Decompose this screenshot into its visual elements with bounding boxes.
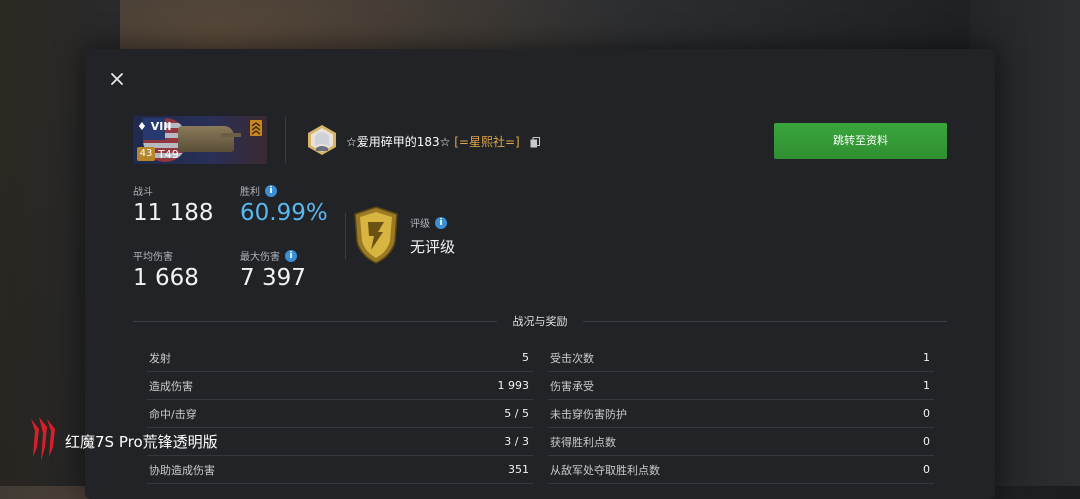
table-row: 从敌军处夺取胜利点数 0 xyxy=(548,456,934,484)
tank-level-badge: 43 xyxy=(137,147,155,161)
row-label: 伤害承受 xyxy=(550,379,594,393)
row-value: 351 xyxy=(508,463,529,476)
stat-max-damage-label-row: 最大伤害 i xyxy=(240,248,306,263)
rank-chevron-icon xyxy=(250,120,262,136)
stat-max-damage: 最大伤害 i 7 397 xyxy=(240,248,306,291)
red-magic-logo-icon xyxy=(31,417,55,461)
player-avatar[interactable] xyxy=(306,124,338,156)
table-row: 未击穿伤害防护 0 xyxy=(548,400,934,428)
player-name-line: ☆爱用碎甲的183☆ [=星熙社=] xyxy=(346,133,540,150)
info-icon[interactable]: i xyxy=(265,184,277,197)
stat-win-rate: 胜利 i 60.99% xyxy=(240,183,328,226)
close-icon[interactable] xyxy=(107,69,127,89)
stat-avg-damage-label: 平均伤害 xyxy=(133,252,173,263)
stats-table-left: 发射 5 造成伤害 1 993 命中/击穿 5 / 5 3 / 3 协助造成伤害… xyxy=(147,344,533,484)
copy-icon[interactable] xyxy=(530,137,540,148)
tank-card: ♦ VIII 43 T49 xyxy=(133,116,267,164)
row-label: 协助造成伤害 xyxy=(149,463,215,477)
stats-divider xyxy=(345,213,346,259)
row-value: 1 xyxy=(923,351,930,364)
player-name: ☆爱用碎甲的183☆ xyxy=(346,135,451,149)
stats-table-right: 受击次数 1 伤害承受 1 未击穿伤害防护 0 获得胜利点数 0 从敌军处夺取胜… xyxy=(548,344,934,484)
row-value: 0 xyxy=(923,463,930,476)
row-label: 造成伤害 xyxy=(149,379,193,393)
info-icon[interactable]: i xyxy=(435,216,447,229)
tank-image xyxy=(178,126,234,152)
stat-win-rate-label: 胜利 xyxy=(240,187,260,198)
row-value: 0 xyxy=(923,407,930,420)
info-icon[interactable]: i xyxy=(285,249,297,262)
tank-tier: ♦ VIII xyxy=(137,120,172,133)
stat-avg-damage-value: 1 668 xyxy=(133,265,199,291)
device-watermark: 红魔7S Pro荒锋透明版 xyxy=(27,417,257,461)
close-button[interactable] xyxy=(107,69,127,89)
table-row: 发射 5 xyxy=(147,344,533,372)
row-label: 获得胜利点数 xyxy=(550,435,616,449)
row-value: 1 993 xyxy=(497,379,530,392)
watermark-text: 红魔7S Pro荒锋透明版 xyxy=(65,433,218,451)
stat-avg-damage: 平均伤害 1 668 xyxy=(133,248,199,291)
rating-label: 评级 xyxy=(410,219,430,230)
section-header: 战况与奖励 xyxy=(133,313,947,329)
rating-label-row: 评级 i xyxy=(410,215,447,230)
table-row: 造成伤害 1 993 xyxy=(147,372,533,400)
go-to-profile-button[interactable]: 跳转至资料 xyxy=(774,123,947,159)
tank-gun-image xyxy=(221,133,241,137)
row-value: 3 / 3 xyxy=(504,435,529,448)
stat-max-damage-label: 最大伤害 xyxy=(240,252,280,263)
table-row: 受击次数 1 xyxy=(548,344,934,372)
row-value: 5 / 5 xyxy=(504,407,529,420)
table-row: 获得胜利点数 0 xyxy=(548,428,934,456)
rating-value: 无评级 xyxy=(410,238,456,256)
stat-battles-value: 11 188 xyxy=(133,200,214,226)
row-label: 未击穿伤害防护 xyxy=(550,407,627,421)
section-line-right xyxy=(583,321,947,322)
clan-tag[interactable]: [=星熙社=] xyxy=(454,135,519,149)
table-row: 伤害承受 1 xyxy=(548,372,934,400)
stat-win-rate-label-row: 胜利 i xyxy=(240,183,328,198)
stat-max-damage-value: 7 397 xyxy=(240,265,306,291)
stat-battles: 战斗 11 188 xyxy=(133,183,213,226)
row-label: 发射 xyxy=(149,351,171,365)
tank-tier-value: VIII xyxy=(150,120,172,133)
row-label: 从敌军处夺取胜利点数 xyxy=(550,463,660,477)
row-value: 5 xyxy=(522,351,529,364)
tank-name: T49 xyxy=(158,148,179,161)
stat-battles-label: 战斗 xyxy=(133,187,153,198)
row-value: 0 xyxy=(923,435,930,448)
row-value: 1 xyxy=(923,379,930,392)
header-divider xyxy=(285,117,286,163)
rating-shield-icon xyxy=(354,206,398,264)
stat-win-rate-value: 60.99% xyxy=(240,200,328,226)
row-label: 受击次数 xyxy=(550,351,594,365)
